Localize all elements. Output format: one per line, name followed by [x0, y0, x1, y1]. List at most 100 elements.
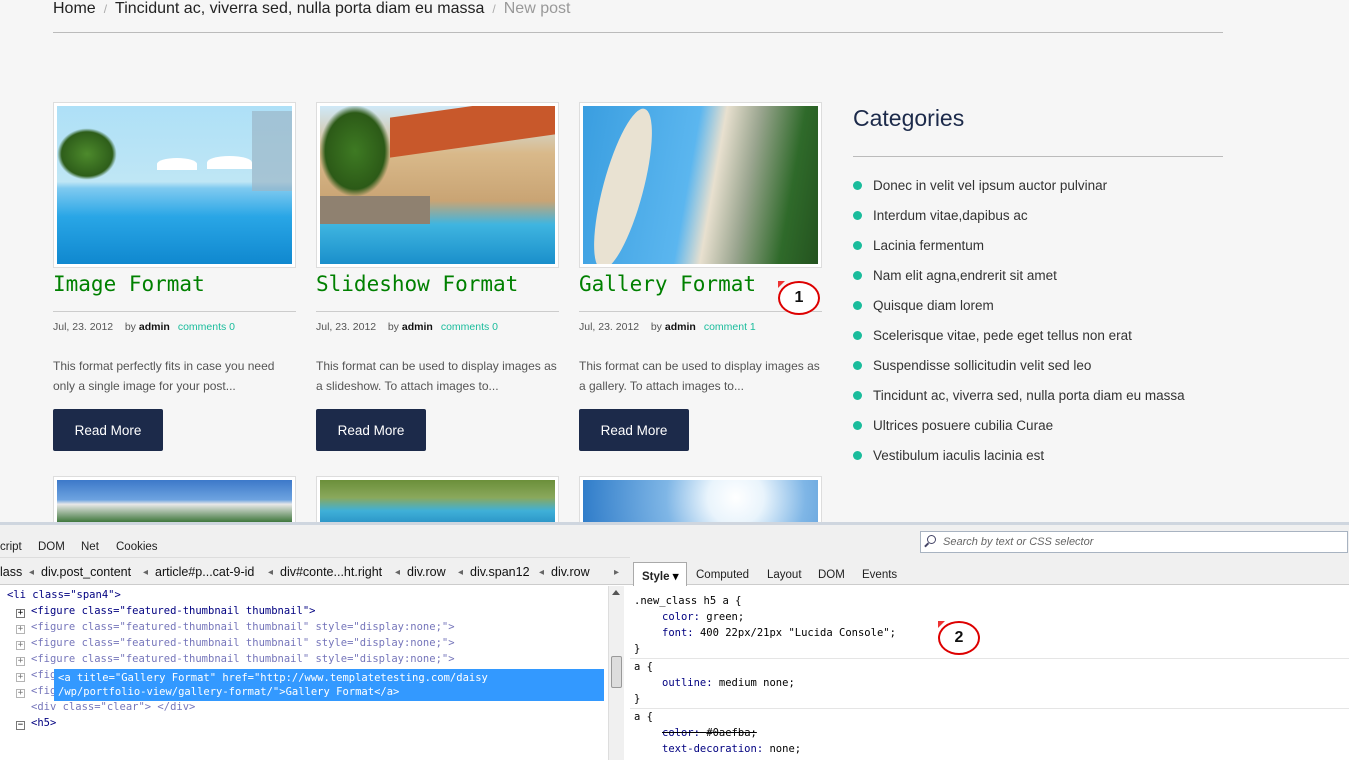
category-item[interactable]: Ultrices posuere cubilia Curae [853, 418, 1185, 448]
dom-crumb[interactable]: lass [0, 565, 22, 579]
html-node[interactable]: + <figure class="featured-thumbnail thumb… [16, 603, 315, 619]
category-link[interactable]: Scelerisque vitae, pede eget tellus non … [873, 328, 1132, 343]
css-prop-value: 400 22px/21px "Lucida Console"; [699, 627, 896, 639]
expand-icon[interactable]: + [16, 657, 25, 666]
css-property[interactable]: font: 400 22px/21px "Lucida Console"; [662, 625, 896, 641]
category-link[interactable]: Nam elit agna,endrerit sit amet [873, 268, 1057, 283]
category-item[interactable]: Nam elit agna,endrerit sit amet [853, 268, 1185, 298]
search-placeholder: Search by text or CSS selector [943, 536, 1094, 548]
dom-crumb[interactable]: article#p...cat-9-id [155, 565, 254, 579]
category-item[interactable]: Interdum vitae,dapibus ac [853, 208, 1185, 238]
css-prop-value: #0aefba; [706, 727, 757, 739]
expand-icon[interactable]: + [16, 641, 25, 650]
collapse-icon[interactable]: − [16, 721, 25, 730]
post-comments-link[interactable]: comments 0 [178, 321, 235, 333]
post-thumbnail[interactable] [316, 102, 559, 268]
css-selector[interactable]: .new_class h5 a { [634, 593, 741, 609]
css-property[interactable]: outline: medium none; [662, 675, 795, 691]
dom-crumb[interactable]: div.row [551, 565, 590, 579]
html-node[interactable]: <li class="span4"> [7, 587, 121, 603]
category-item[interactable]: Donec in velit vel ipsum auctor pulvinar [853, 178, 1185, 208]
scrollbar-thumb[interactable] [611, 656, 622, 688]
html-node[interactable]: + <figure class="featured-thumbnail thumb… [16, 651, 455, 667]
css-selector[interactable]: a { [634, 709, 653, 725]
chevron-right-icon[interactable]: ▸ [614, 567, 619, 578]
scroll-up-icon[interactable] [612, 590, 620, 595]
css-prop-name: font: [662, 627, 694, 639]
category-item[interactable]: Suspendisse sollicitudin velit sed leo [853, 358, 1185, 388]
html-node[interactable]: + <figure class="featured-thumbnail thumb… [16, 619, 455, 635]
villa-pool-image [320, 106, 555, 264]
bullet-icon [853, 301, 862, 310]
html-node[interactable]: <div class="clear"> </div> [31, 699, 195, 715]
tab-events[interactable]: Events [862, 569, 897, 581]
tab-layout[interactable]: Layout [767, 569, 802, 581]
post-title[interactable]: Image Format [53, 272, 205, 296]
post-comments-link[interactable]: comments 0 [441, 321, 498, 333]
category-item[interactable]: Vestibulum iaculis lacinia est [853, 448, 1185, 478]
read-more-button[interactable]: Read More [579, 409, 689, 451]
category-link[interactable]: Interdum vitae,dapibus ac [873, 208, 1028, 223]
tab-net[interactable]: Net [81, 541, 99, 553]
tab-dom[interactable]: DOM [818, 569, 845, 581]
html-node[interactable]: + <figure class="featured-thumbnail thumb… [16, 635, 455, 651]
divider [316, 311, 559, 312]
selected-html-node[interactable]: <a title="Gallery Format" href="http://w… [54, 669, 604, 701]
tab-dom[interactable]: DOM [38, 541, 65, 553]
post-author[interactable]: admin [402, 321, 433, 333]
category-item[interactable]: Tincidunt ac, viverra sed, nulla porta d… [853, 388, 1185, 418]
devtools-search-input[interactable]: Search by text or CSS selector [920, 531, 1348, 553]
css-selector[interactable]: a { [634, 659, 653, 675]
css-property-overridden[interactable]: color: #0aefba; [662, 725, 757, 741]
css-property[interactable]: text-decoration: none; [662, 741, 801, 757]
dom-crumb[interactable]: div#conte...ht.right [280, 565, 382, 579]
read-more-button[interactable]: Read More [316, 409, 426, 451]
category-link[interactable]: Lacinia fermentum [873, 238, 984, 253]
chevron-left-icon: ◂ [458, 567, 464, 578]
post-meta: Jul, 23. 2012 by admin comments 0 [316, 321, 498, 333]
tab-script[interactable]: cript [0, 541, 22, 553]
post-author[interactable]: admin [665, 321, 696, 333]
category-link[interactable]: Suspendisse sollicitudin velit sed leo [873, 358, 1091, 373]
tab-computed[interactable]: Computed [696, 569, 749, 581]
dom-crumb[interactable]: div.span12 [470, 565, 530, 579]
post-thumbnail[interactable] [579, 476, 822, 524]
tab-style[interactable]: Style ▾ [633, 562, 688, 586]
post-meta: Jul, 23. 2012 by admin comments 0 [53, 321, 235, 333]
chevron-left-icon: ◂ [29, 567, 35, 578]
post-thumbnail[interactable] [316, 476, 559, 524]
callout-marker-2: 2 [938, 621, 980, 655]
read-more-button[interactable]: Read More [53, 409, 163, 451]
post-title[interactable]: Slideshow Format [316, 272, 518, 296]
post-comments-link[interactable]: comment 1 [704, 321, 756, 333]
post-thumbnail[interactable] [53, 476, 296, 524]
devtools-tabbar: cript DOM Net Cookies Search by text or … [0, 525, 1349, 557]
category-link[interactable]: Ultrices posuere cubilia Curae [873, 418, 1053, 433]
category-item[interactable]: Lacinia fermentum [853, 238, 1185, 268]
html-node[interactable]: − <h5> [16, 715, 56, 731]
category-link[interactable]: Tincidunt ac, viverra sed, nulla porta d… [873, 388, 1185, 403]
post-title[interactable]: Gallery Format [579, 272, 756, 296]
expand-icon[interactable]: + [16, 689, 25, 698]
breadcrumb-parent[interactable]: Tincidunt ac, viverra sed, nulla porta d… [115, 0, 484, 17]
post-author[interactable]: admin [139, 321, 170, 333]
tab-cookies[interactable]: Cookies [116, 541, 158, 553]
chevron-left-icon: ◂ [268, 567, 274, 578]
html-scrollbar[interactable] [608, 586, 624, 760]
category-item[interactable]: Quisque diam lorem [853, 298, 1185, 328]
breadcrumb-current: New post [503, 0, 571, 17]
expand-icon[interactable]: + [16, 609, 25, 618]
category-link[interactable]: Vestibulum iaculis lacinia est [873, 448, 1044, 463]
expand-icon[interactable]: + [16, 625, 25, 634]
expand-icon[interactable]: + [16, 673, 25, 682]
dom-crumb[interactable]: div.post_content [41, 565, 131, 579]
category-link[interactable]: Donec in velit vel ipsum auctor pulvinar [873, 178, 1107, 193]
post-thumbnail[interactable] [53, 102, 296, 268]
category-link[interactable]: Quisque diam lorem [873, 298, 994, 313]
post-thumbnail[interactable] [579, 102, 822, 268]
dom-crumb[interactable]: div.row [407, 565, 446, 579]
css-property[interactable]: color: green; [662, 609, 744, 625]
breadcrumb-home[interactable]: Home [53, 0, 96, 17]
category-item[interactable]: Scelerisque vitae, pede eget tellus non … [853, 328, 1185, 358]
search-icon [927, 535, 936, 544]
